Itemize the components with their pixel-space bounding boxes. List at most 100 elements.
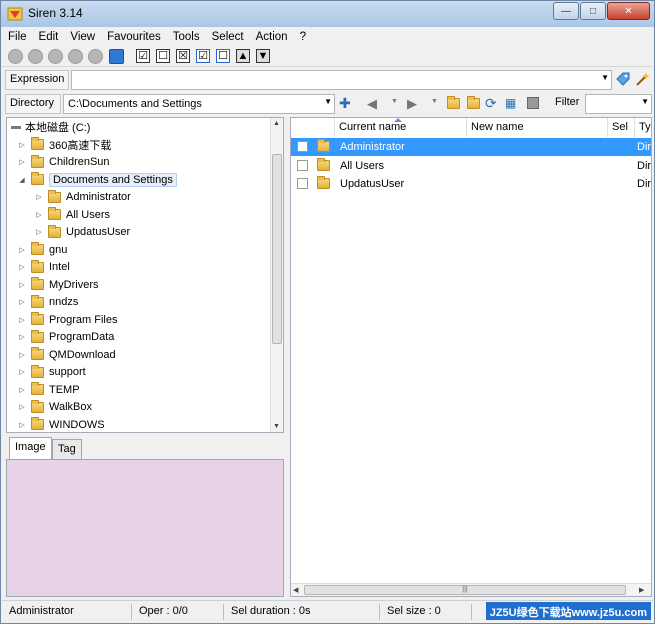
chevron-down-icon[interactable]: ▼ <box>391 98 398 105</box>
tree-item[interactable]: ▷ Program Files <box>17 311 117 328</box>
column-check[interactable] <box>291 118 335 137</box>
menu-file[interactable]: File <box>2 28 33 46</box>
scroll-right-icon[interactable]: ▶ <box>639 586 644 594</box>
tree-item[interactable]: ▷ QMDownload <box>17 346 116 363</box>
stop-icon[interactable] <box>527 97 539 109</box>
run-icon[interactable] <box>48 49 63 64</box>
monitor-icon[interactable] <box>109 49 124 64</box>
menu-edit[interactable]: Edit <box>33 28 65 46</box>
collapsed-arrow-icon[interactable]: ▷ <box>17 333 27 341</box>
undo-icon[interactable] <box>68 49 83 64</box>
collapsed-arrow-icon[interactable]: ▷ <box>17 298 27 306</box>
collapsed-arrow-icon[interactable]: ▷ <box>17 141 27 149</box>
filelist-horizontal-scrollbar[interactable]: ◀ ||| ▶ <box>291 583 651 596</box>
tree-root[interactable]: ▬ 本地磁盘 (C:) <box>11 118 90 135</box>
row-checkbox[interactable] <box>297 178 308 189</box>
file-row[interactable]: Administrator Dir <box>291 138 651 156</box>
check-all-icon[interactable]: ☑ <box>136 49 150 63</box>
tree-item[interactable]: ▷ Administrator <box>34 189 131 206</box>
tab-image[interactable]: Image <box>9 437 52 460</box>
row-checkbox[interactable] <box>297 159 308 171</box>
menu-favourites[interactable]: Favourites <box>101 28 167 46</box>
redo-icon[interactable] <box>88 49 103 64</box>
tree-item[interactable]: ▷ WINDOWS <box>17 416 105 432</box>
tree-item[interactable]: ▷ ChildrenSun <box>17 154 110 171</box>
tree-item[interactable]: ▷ ProgramData <box>17 329 114 346</box>
tree-item[interactable]: ▷ nndzs <box>17 294 78 311</box>
check-selected-icon[interactable]: ☑ <box>196 49 210 63</box>
tree-item[interactable]: ◢ Documents and Settings <box>17 171 177 188</box>
menu-select[interactable]: Select <box>206 28 250 46</box>
expanded-arrow-icon[interactable]: ◢ <box>17 176 27 184</box>
collapsed-arrow-icon[interactable]: ▷ <box>17 281 27 289</box>
tab-tag[interactable]: Tag <box>52 439 82 459</box>
gear-icon[interactable] <box>28 49 43 64</box>
scroll-thumb[interactable]: ||| <box>304 585 626 595</box>
collapsed-arrow-icon[interactable]: ▷ <box>17 368 27 376</box>
tree-item[interactable]: ▷ 360高速下载 <box>17 136 111 153</box>
tree-icon[interactable]: ▦ <box>505 96 516 110</box>
filter-input[interactable]: ▼ <box>585 94 652 114</box>
collapsed-arrow-icon[interactable]: ▷ <box>17 386 27 394</box>
collapsed-arrow-icon[interactable]: ▷ <box>17 316 27 324</box>
preview-tabs: Image Tag <box>6 437 284 460</box>
tree-item[interactable]: ▷ MyDrivers <box>17 276 99 293</box>
file-row[interactable]: All Users Dir <box>291 157 651 175</box>
scroll-up-icon[interactable]: ▲ <box>273 120 280 127</box>
scroll-thumb[interactable] <box>272 154 282 344</box>
tree-item[interactable]: ▷ support <box>17 364 86 381</box>
scroll-left-icon[interactable]: ◀ <box>293 586 298 594</box>
tree-item[interactable]: ▷ WalkBox <box>17 399 92 416</box>
move-down-icon[interactable]: ▼ <box>256 49 270 63</box>
chevron-down-icon[interactable]: ▼ <box>431 98 438 105</box>
collapsed-arrow-icon[interactable]: ▷ <box>17 246 27 254</box>
menu-view[interactable]: View <box>64 28 101 46</box>
uncheck-selected-icon[interactable]: ☐ <box>216 49 230 63</box>
tag-icon[interactable] <box>615 71 631 87</box>
collapsed-arrow-icon[interactable]: ▷ <box>17 158 27 166</box>
tree-item[interactable]: ▷ UpdatusUser <box>34 224 130 241</box>
folder-icon[interactable] <box>447 96 460 109</box>
magic-wand-icon[interactable] <box>634 71 650 87</box>
tree-item[interactable]: ▷ All Users <box>34 206 110 223</box>
column-current-name[interactable]: Current name <box>335 118 467 137</box>
collapsed-arrow-icon[interactable]: ▷ <box>34 228 44 236</box>
directory-row: Directory C:\Documents and Settings ▼ ✚ … <box>5 94 652 114</box>
tree-item[interactable]: ▷ TEMP <box>17 381 80 398</box>
tree-item[interactable]: ▷ Intel <box>17 259 70 276</box>
menu-action[interactable]: Action <box>250 28 294 46</box>
column-sel[interactable]: Sel <box>608 118 635 137</box>
menu-tools[interactable]: Tools <box>167 28 206 46</box>
column-type[interactable]: Typ <box>635 118 651 137</box>
collapsed-arrow-icon[interactable]: ▷ <box>17 351 27 359</box>
collapsed-arrow-icon[interactable]: ▷ <box>17 263 27 271</box>
collapsed-arrow-icon[interactable]: ▷ <box>17 403 27 411</box>
add-favourite-icon[interactable]: ✚ <box>339 96 353 110</box>
refresh-icon[interactable]: ⟳ <box>485 95 497 112</box>
expression-input[interactable]: ▼ <box>71 70 612 90</box>
chevron-down-icon[interactable]: ▼ <box>601 73 609 82</box>
chevron-down-icon[interactable]: ▼ <box>641 97 649 106</box>
parent-folder-icon[interactable] <box>467 96 480 109</box>
directory-input[interactable]: C:\Documents and Settings ▼ <box>63 94 335 114</box>
file-row[interactable]: UpdatusUser Dir <box>291 175 651 193</box>
forward-arrow-icon[interactable]: ▶ <box>407 96 417 112</box>
play-icon[interactable] <box>8 49 23 64</box>
move-up-icon[interactable]: ▲ <box>236 49 250 63</box>
maximize-button[interactable]: □ <box>580 2 606 20</box>
menu-help[interactable]: ? <box>294 28 312 46</box>
collapsed-arrow-icon[interactable]: ▷ <box>34 193 44 201</box>
tree-item[interactable]: ▷ gnu <box>17 241 67 258</box>
collapsed-arrow-icon[interactable]: ▷ <box>34 211 44 219</box>
collapsed-arrow-icon[interactable]: ▷ <box>17 421 27 429</box>
uncheck-all-icon[interactable]: ☐ <box>156 49 170 63</box>
chevron-down-icon[interactable]: ▼ <box>324 97 332 106</box>
scroll-down-icon[interactable]: ▼ <box>273 423 280 430</box>
minimize-button[interactable]: — <box>553 2 579 20</box>
tree-scrollbar[interactable]: ▲ ▼ <box>270 118 283 432</box>
close-button[interactable]: ✕ <box>607 2 650 20</box>
column-new-name[interactable]: New name <box>467 118 608 137</box>
row-checkbox[interactable] <box>297 141 308 152</box>
invert-check-icon[interactable]: ☒ <box>176 49 190 63</box>
back-arrow-icon[interactable]: ◀ <box>367 96 377 112</box>
